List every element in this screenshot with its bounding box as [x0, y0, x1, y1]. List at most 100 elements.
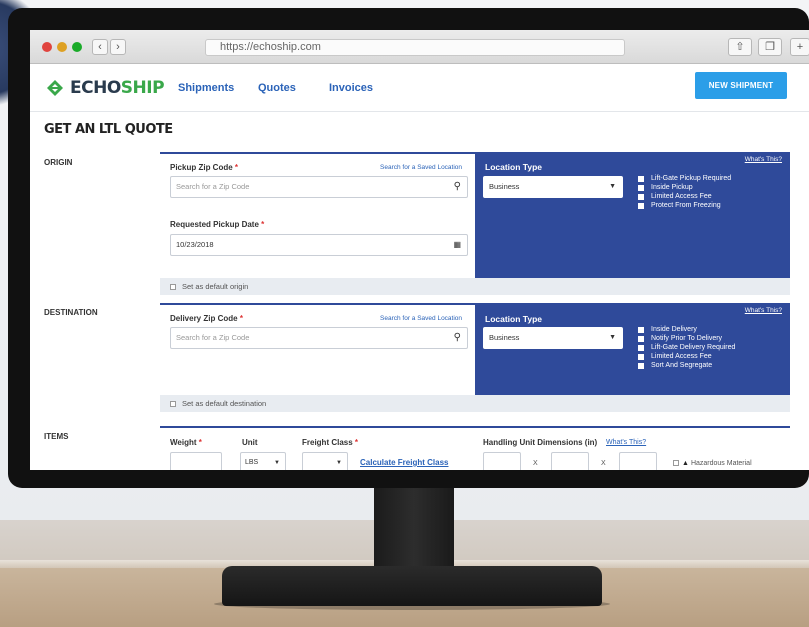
origin-option-inside[interactable]: Inside Pickup: [638, 183, 731, 192]
origin-accessorials: Lift-Gate Pickup Required Inside Pickup …: [638, 174, 731, 210]
origin-default-row[interactable]: Set as default origin: [160, 278, 790, 295]
share-icon[interactable]: ⇧: [728, 38, 752, 56]
new-tab-icon[interactable]: +: [790, 38, 809, 56]
delivery-zip-input[interactable]: Search for a Zip Code ⚲: [170, 327, 468, 349]
hazardous-checkbox[interactable]: [673, 460, 679, 467]
destination-default-checkbox[interactable]: [170, 401, 176, 408]
tabs-icon[interactable]: ❐: [758, 38, 782, 56]
destination-saved-location-link[interactable]: Search for a Saved Location: [380, 315, 462, 322]
origin-location-type-box: Location Type What's This? Business ▼ Li…: [475, 154, 790, 280]
chevron-down-icon: ▼: [609, 183, 616, 190]
freight-class-select[interactable]: ▼: [302, 452, 348, 470]
pickup-zip-input[interactable]: Search for a Zip Code ⚲: [170, 176, 468, 198]
origin-default-label: Set as default origin: [182, 282, 249, 291]
option-label: Sort And Segregate: [651, 362, 713, 369]
origin-option-liftgate[interactable]: Lift-Gate Pickup Required: [638, 174, 731, 183]
monitor-screen: ‹ › https://echoship.com ⇧ ❐ + ECHOSHIP …: [30, 30, 809, 470]
maximize-window-button[interactable]: [72, 42, 82, 52]
nav-quotes[interactable]: Quotes: [258, 82, 296, 94]
checkbox[interactable]: [638, 335, 644, 342]
destination-location-type-label: Location Type: [485, 314, 542, 324]
width-input[interactable]: [551, 452, 589, 470]
weight-label-text: Weight: [170, 438, 197, 447]
destination-whats-this-link[interactable]: What's This?: [745, 307, 782, 314]
app-header: ECHOSHIP Shipments Quotes Invoices NEW S…: [30, 64, 809, 112]
origin-option-protect-freezing[interactable]: Protect From Freezing: [638, 201, 731, 210]
height-input[interactable]: [619, 452, 657, 470]
back-icon[interactable]: ‹: [92, 39, 108, 55]
origin-saved-location-link[interactable]: Search for a Saved Location: [380, 164, 462, 171]
weight-label: Weight *: [170, 438, 202, 447]
destination-default-row[interactable]: Set as default destination: [160, 395, 790, 412]
weight-input[interactable]: [170, 452, 222, 470]
required-mark: *: [239, 314, 243, 323]
option-label: Limited Access Fee: [651, 353, 712, 360]
checkbox[interactable]: [638, 184, 644, 191]
search-icon[interactable]: ⚲: [454, 328, 461, 348]
hazardous-material-option[interactable]: ▲ Hazardous Material: [673, 460, 752, 467]
origin-section-label: ORIGIN: [44, 158, 73, 167]
origin-option-limited-access[interactable]: Limited Access Fee: [638, 192, 731, 201]
option-label: Protect From Freezing: [651, 202, 721, 209]
pickup-date-input[interactable]: 10/23/2018 ▦: [170, 234, 468, 256]
option-label: Inside Pickup: [651, 184, 693, 191]
logo-diamond-icon: [46, 79, 64, 97]
destination-option-limited-access[interactable]: Limited Access Fee: [638, 352, 735, 361]
origin-default-checkbox[interactable]: [170, 284, 176, 291]
dimensions-whats-this-link[interactable]: What's This?: [606, 439, 646, 446]
calculate-freight-class-link[interactable]: Calculate Freight Class: [360, 458, 448, 467]
destination-location-type-select[interactable]: Business ▼: [483, 327, 623, 349]
nav-invoices[interactable]: Invoices: [329, 82, 373, 94]
address-bar[interactable]: https://echoship.com: [205, 39, 625, 56]
checkbox[interactable]: [638, 193, 644, 200]
hazardous-label: Hazardous Material: [690, 460, 752, 467]
destination-option-notify[interactable]: Notify Prior To Delivery: [638, 334, 735, 343]
required-mark: *: [261, 220, 265, 229]
required-mark: *: [198, 438, 202, 447]
origin-location-type-select[interactable]: Business ▼: [483, 176, 623, 198]
forward-icon[interactable]: ›: [110, 39, 126, 55]
chevron-down-icon: ▼: [274, 460, 280, 466]
option-label: Limited Access Fee: [651, 193, 712, 200]
delivery-zip-placeholder: Search for a Zip Code: [176, 333, 250, 342]
destination-panel: Delivery Zip Code * Search for a Saved L…: [160, 303, 790, 397]
pickup-date-label: Requested Pickup Date *: [170, 220, 264, 229]
echoship-logo[interactable]: ECHOSHIP: [46, 78, 165, 98]
checkbox[interactable]: [638, 344, 644, 351]
page-title: GET AN LTL QUOTE: [44, 122, 173, 137]
items-section-label: ITEMS: [44, 432, 69, 441]
freight-class-label: Freight Class *: [302, 438, 358, 447]
destination-option-inside[interactable]: Inside Delivery: [638, 325, 735, 334]
origin-whats-this-link[interactable]: What's This?: [745, 156, 782, 163]
option-label: Inside Delivery: [651, 326, 697, 333]
freight-class-label-text: Freight Class: [302, 438, 353, 447]
browser-toolbar: ‹ › https://echoship.com ⇧ ❐ +: [30, 30, 809, 64]
logo-text-ship: SHIP: [120, 78, 165, 98]
checkbox[interactable]: [638, 175, 644, 182]
destination-accessorials: Inside Delivery Notify Prior To Delivery…: [638, 325, 735, 370]
destination-default-label: Set as default destination: [182, 399, 267, 408]
unit-select[interactable]: LBS ▼: [240, 452, 286, 470]
pickup-zip-label: Pickup Zip Code *: [170, 163, 238, 172]
origin-location-type-value: Business: [489, 182, 520, 191]
pickup-date-value: 10/23/2018: [176, 240, 214, 249]
search-icon[interactable]: ⚲: [454, 177, 461, 197]
option-label: Lift-Gate Pickup Required: [651, 175, 732, 182]
length-input[interactable]: [483, 452, 521, 470]
checkbox[interactable]: [638, 362, 644, 369]
destination-option-sort-segregate[interactable]: Sort And Segregate: [638, 361, 735, 370]
checkbox[interactable]: [638, 353, 644, 360]
destination-option-liftgate[interactable]: Lift-Gate Delivery Required: [638, 343, 735, 352]
destination-location-type-box: Location Type What's This? Business ▼ In…: [475, 305, 790, 397]
minimize-window-button[interactable]: [57, 42, 67, 52]
new-shipment-button[interactable]: NEW SHIPMENT: [695, 72, 787, 99]
checkbox[interactable]: [638, 202, 644, 209]
pickup-zip-placeholder: Search for a Zip Code: [176, 182, 250, 191]
close-window-button[interactable]: [42, 42, 52, 52]
chevron-down-icon: ▼: [609, 334, 616, 341]
nav-shipments[interactable]: Shipments: [178, 82, 234, 94]
unit-value: LBS: [245, 459, 259, 466]
calendar-icon[interactable]: ▦: [453, 235, 461, 255]
monitor-bezel: ‹ › https://echoship.com ⇧ ❐ + ECHOSHIP …: [8, 8, 809, 488]
checkbox[interactable]: [638, 326, 644, 333]
